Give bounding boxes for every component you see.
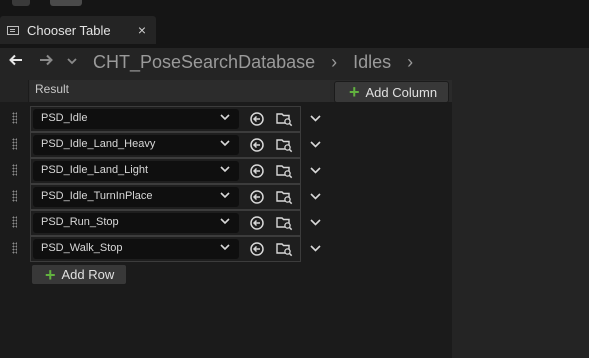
table-icon — [7, 25, 19, 35]
result-cell: PSD_Walk_Stop — [30, 236, 301, 262]
chevron-down-icon — [220, 138, 230, 150]
use-selected-asset-icon[interactable] — [250, 216, 264, 230]
asset-combo-box[interactable]: PSD_Idle_Land_Heavy — [33, 135, 239, 155]
use-selected-asset-icon[interactable] — [250, 242, 264, 256]
add-row-button[interactable]: + Add Row — [31, 264, 127, 285]
row-expand-chevron-icon[interactable] — [310, 137, 321, 151]
result-cell: PSD_Idle — [30, 106, 301, 132]
table-row[interactable]: PSD_Idle_Land_Heavy — [0, 132, 452, 158]
chevron-down-icon — [220, 112, 230, 124]
use-selected-asset-icon[interactable] — [250, 164, 264, 178]
breadcrumb-item-idles[interactable]: Idles — [353, 52, 391, 73]
tab-bar: Chooser Table × — [0, 12, 589, 48]
row-expand-chevron-icon[interactable] — [310, 111, 321, 125]
asset-value: PSD_Walk_Stop — [41, 242, 123, 254]
breadcrumb-separator[interactable]: › — [407, 52, 413, 73]
chevron-down-icon — [220, 190, 230, 202]
chooser-table: Result + Add Column PSD_Idle PSD_Idle_La… — [0, 80, 452, 358]
result-cell: PSD_Idle_Land_Heavy — [30, 132, 301, 158]
asset-combo-box[interactable]: PSD_Idle — [33, 109, 239, 129]
asset-combo-box[interactable]: PSD_Idle_Land_Light — [33, 161, 239, 181]
add-row-label: Add Row — [61, 267, 115, 282]
plus-icon: + — [45, 264, 56, 285]
result-cell: PSD_Run_Stop — [30, 210, 301, 236]
asset-combo-box[interactable]: PSD_Run_Stop — [33, 213, 239, 233]
row-expand-chevron-icon[interactable] — [310, 215, 321, 229]
browse-folder-icon[interactable] — [276, 241, 293, 257]
table-row[interactable]: PSD_Idle_TurnInPlace — [0, 184, 452, 210]
asset-value: PSD_Idle — [41, 112, 88, 124]
drag-handle-icon[interactable] — [12, 138, 17, 150]
row-expand-chevron-icon[interactable] — [310, 163, 321, 177]
chevron-down-icon — [220, 242, 230, 254]
asset-value: PSD_Idle_Land_Heavy — [41, 138, 156, 150]
browse-folder-icon[interactable] — [276, 137, 293, 153]
asset-value: PSD_Idle_Land_Light — [41, 164, 149, 176]
table-row[interactable]: PSD_Idle_Land_Light — [0, 158, 452, 184]
history-dropdown-icon[interactable] — [67, 56, 77, 68]
browse-folder-icon[interactable] — [276, 111, 293, 127]
drag-handle-icon[interactable] — [12, 190, 17, 202]
drag-handle-icon[interactable] — [12, 216, 17, 228]
use-selected-asset-icon[interactable] — [250, 190, 264, 204]
tab-label: Chooser Table — [27, 22, 111, 38]
browse-folder-icon[interactable] — [276, 163, 293, 179]
save-icon[interactable] — [12, 0, 30, 6]
add-column-label: Add Column — [365, 84, 438, 100]
use-selected-asset-icon[interactable] — [250, 112, 264, 126]
browse-folder-icon[interactable] — [276, 189, 293, 205]
close-icon[interactable]: × — [138, 22, 146, 38]
drag-handle-icon[interactable] — [12, 164, 17, 176]
breadcrumb-item-database[interactable]: CHT_PoseSearchDatabase — [93, 52, 315, 73]
table-row[interactable]: PSD_Walk_Stop — [0, 236, 452, 262]
side-panel — [453, 80, 589, 358]
row-gutter-header — [0, 80, 29, 102]
column-header-result[interactable]: Result — [30, 80, 330, 102]
drag-handle-icon[interactable] — [12, 242, 17, 254]
asset-value: PSD_Run_Stop — [41, 216, 119, 228]
browse-folder-icon[interactable] — [276, 215, 293, 231]
chevron-down-icon — [220, 164, 230, 176]
plus-icon: + — [349, 82, 360, 102]
toolbar-strip — [0, 0, 589, 12]
forward-arrow-icon[interactable] — [39, 53, 53, 71]
breadcrumb-separator[interactable]: › — [331, 52, 337, 73]
asset-combo-box[interactable]: PSD_Idle_TurnInPlace — [33, 187, 239, 207]
chevron-down-icon — [220, 216, 230, 228]
breadcrumb: CHT_PoseSearchDatabase › Idles › — [0, 48, 589, 76]
table-row[interactable]: PSD_Run_Stop — [0, 210, 452, 236]
tab-chooser-table[interactable]: Chooser Table × — [0, 16, 156, 44]
use-selected-asset-icon[interactable] — [250, 138, 264, 152]
column-header-label: Result — [35, 82, 70, 96]
add-column-button[interactable]: + Add Column — [334, 81, 449, 103]
result-cell: PSD_Idle_Land_Light — [30, 158, 301, 184]
toolbar-button[interactable] — [50, 0, 82, 6]
row-expand-chevron-icon[interactable] — [310, 189, 321, 203]
result-cell: PSD_Idle_TurnInPlace — [30, 184, 301, 210]
drag-handle-icon[interactable] — [12, 112, 17, 124]
asset-combo-box[interactable]: PSD_Walk_Stop — [33, 239, 239, 259]
table-row[interactable]: PSD_Idle — [0, 106, 452, 132]
row-expand-chevron-icon[interactable] — [310, 241, 321, 255]
asset-value: PSD_Idle_TurnInPlace — [41, 190, 153, 202]
back-arrow-icon[interactable] — [9, 53, 23, 71]
